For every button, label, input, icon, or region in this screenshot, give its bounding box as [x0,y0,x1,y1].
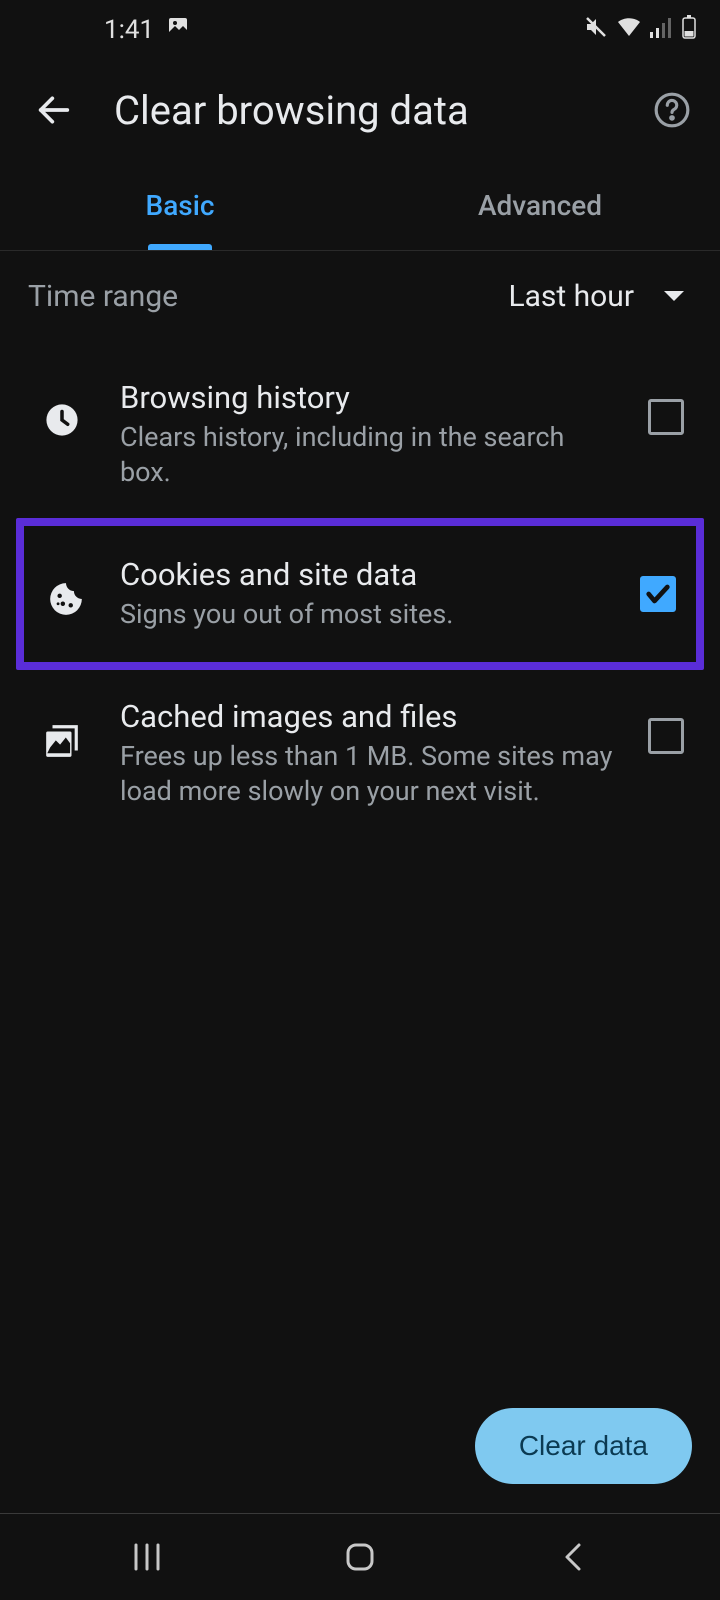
mute-icon [584,15,608,46]
status-bar: 1:41 [0,0,720,60]
time-range-dropdown[interactable]: Last hour [508,279,692,314]
cookie-icon [32,556,100,618]
page-title: Clear browsing data [114,87,648,134]
clear-data-button[interactable]: Clear data [475,1408,692,1484]
status-left: 1:41 [24,15,190,46]
option-text: Cookies and site data Signs you out of m… [120,556,608,632]
time-range-row[interactable]: Time range Last hour [0,251,720,341]
checkbox-cached[interactable] [648,718,684,754]
option-title: Cached images and files [120,698,616,735]
help-button[interactable] [648,86,696,134]
tabs: Basic Advanced [0,160,720,250]
nav-back[interactable] [513,1542,633,1572]
option-title: Browsing history [120,379,616,416]
photo-icon [166,15,190,46]
nav-home[interactable] [300,1540,420,1574]
time-range-value: Last hour [508,279,634,314]
option-cached[interactable]: Cached images and files Frees up less th… [0,670,720,837]
option-text: Browsing history Clears history, includi… [120,379,616,490]
back-button[interactable] [24,80,84,140]
tab-basic-label: Basic [146,189,215,222]
chevron-down-icon [664,291,684,301]
option-checkbox-wrap [636,698,696,754]
option-checkbox-wrap [628,556,688,612]
options-list: Browsing history Clears history, includi… [0,341,720,837]
status-time: 1:41 [104,15,154,45]
option-desc: Frees up less than 1 MB. Some sites may … [120,739,616,809]
nav-recents[interactable] [87,1542,207,1572]
tab-advanced[interactable]: Advanced [360,160,720,250]
option-desc: Clears history, including in the search … [120,420,616,490]
wifi-icon [616,15,642,45]
option-cookies[interactable]: Cookies and site data Signs you out of m… [16,518,704,670]
toolbar: Clear browsing data [0,60,720,160]
history-icon [24,379,100,437]
battery-icon [682,15,696,46]
option-title: Cookies and site data [120,556,608,593]
checkbox-history[interactable] [648,399,684,435]
checkbox-cookies[interactable] [640,576,676,612]
signal-icon [650,15,674,45]
tab-basic[interactable]: Basic [0,160,360,250]
navigation-bar [0,1514,720,1600]
images-icon [24,698,100,760]
option-checkbox-wrap [636,379,696,435]
option-text: Cached images and files Frees up less th… [120,698,616,809]
time-range-label: Time range [28,279,178,314]
option-desc: Signs you out of most sites. [120,597,608,632]
option-browsing-history[interactable]: Browsing history Clears history, includi… [0,351,720,518]
tab-advanced-label: Advanced [478,189,602,222]
status-right [584,15,696,46]
